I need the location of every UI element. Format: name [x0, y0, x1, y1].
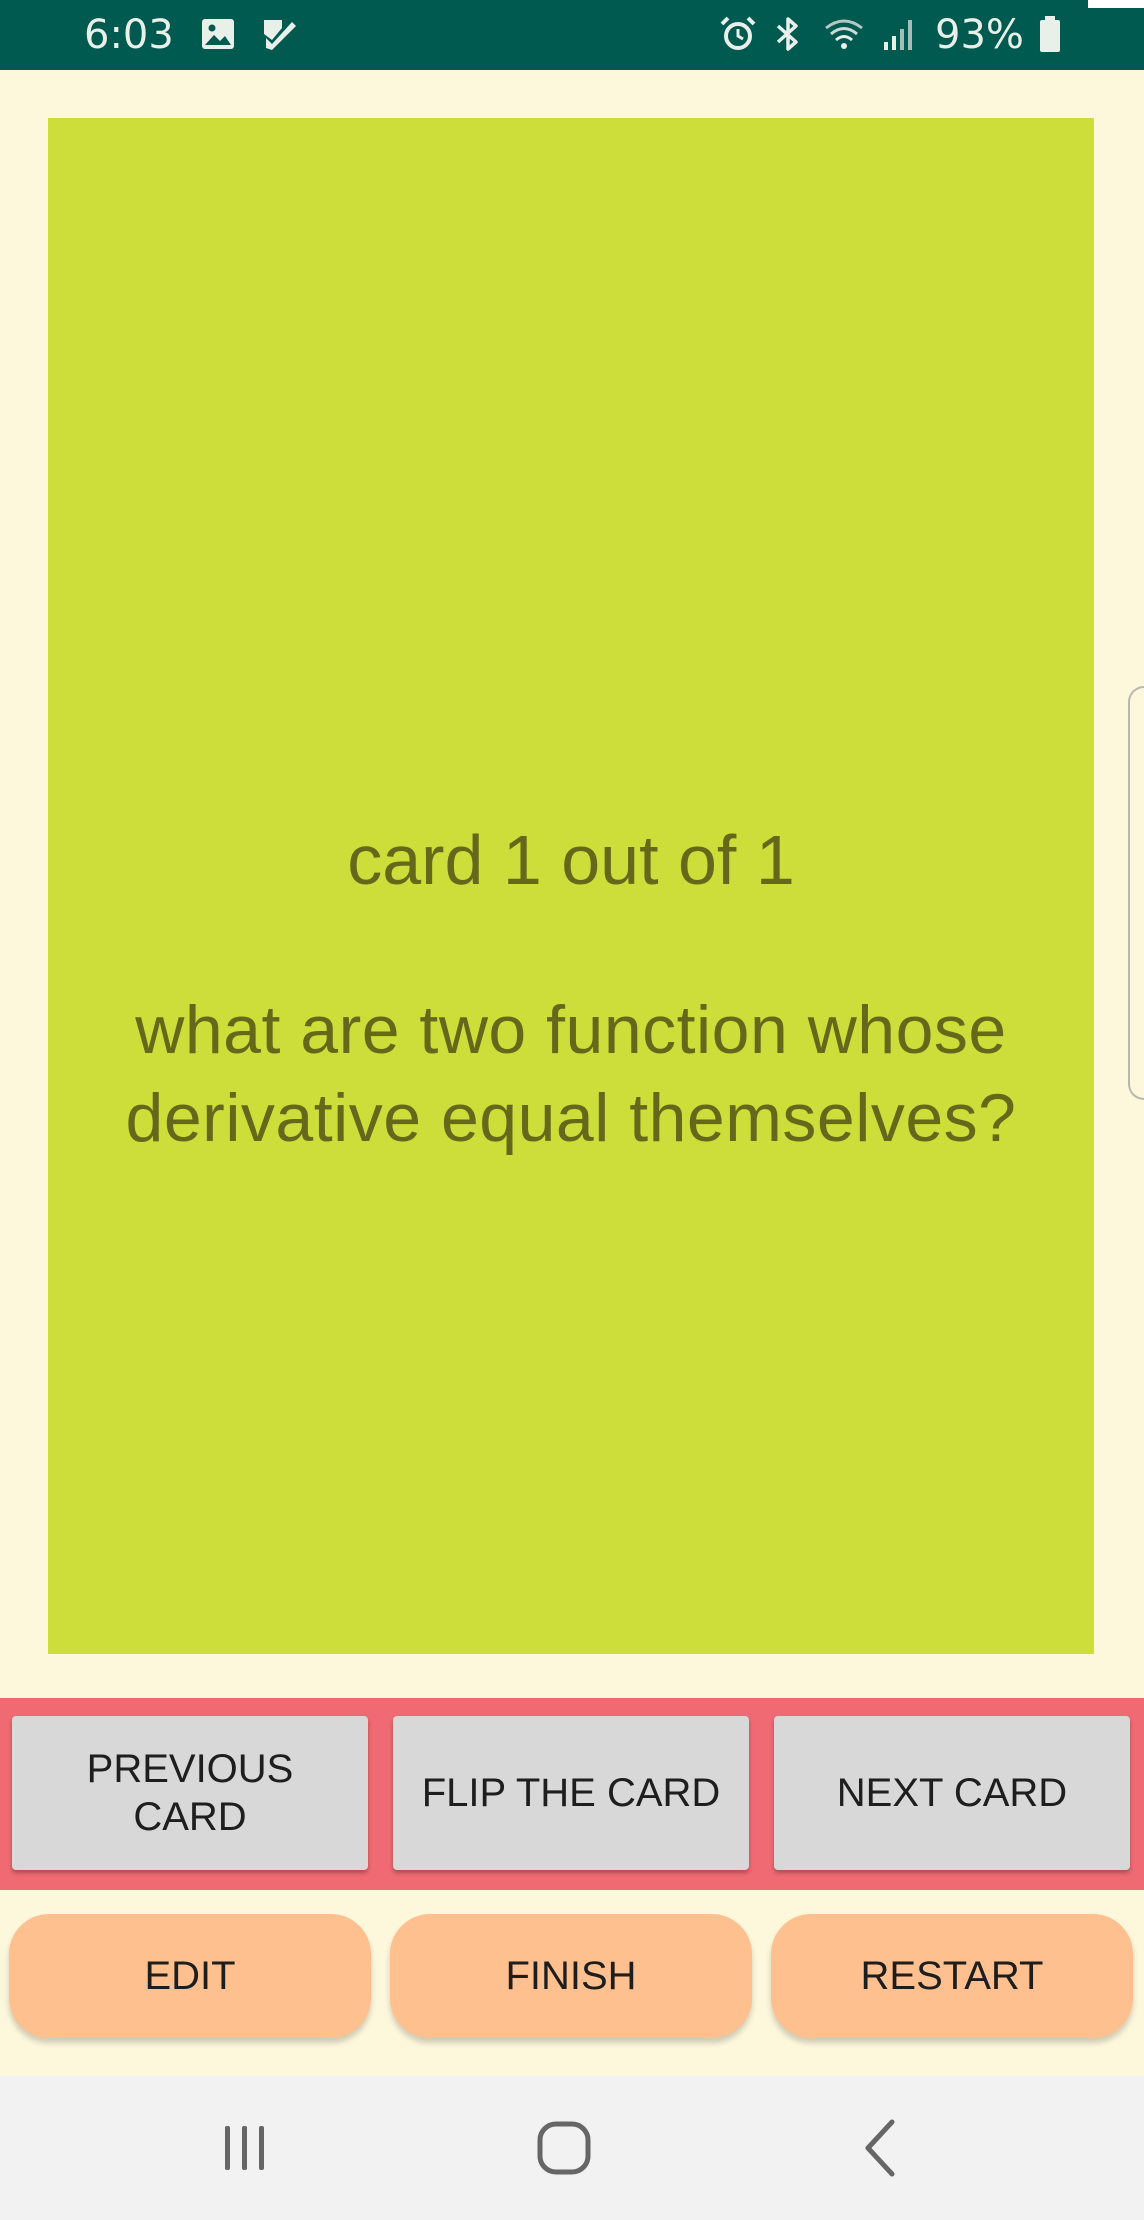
card-navigation-bar: PREVIOUS CARD FLIP THE CARD NEXT CARD [0, 1698, 1144, 1890]
status-bar-corner [1088, 0, 1144, 8]
card-content: card 1 out of 1 what are two function wh… [48, 818, 1094, 1162]
check-task-icon [264, 20, 296, 50]
card-counter: card 1 out of 1 [347, 821, 795, 899]
home-icon[interactable] [532, 2116, 596, 2180]
bluetooth-icon [776, 17, 798, 51]
flash-card[interactable]: card 1 out of 1 what are two function wh… [48, 118, 1094, 1654]
restart-button[interactable]: RESTART [771, 1914, 1133, 2038]
battery-icon [1040, 16, 1060, 52]
system-navigation-bar [0, 2076, 1144, 2220]
signal-icon [884, 20, 912, 50]
image-icon [202, 19, 234, 49]
alarm-icon [720, 16, 756, 50]
battery-percent: 93% [935, 12, 1024, 58]
next-card-button[interactable]: NEXT CARD [774, 1716, 1130, 1870]
status-bar: 6:03 93% [0, 0, 1144, 70]
card-question: what are two function whose derivative e… [125, 992, 1017, 1156]
edge-panel-handle[interactable] [1128, 686, 1144, 1100]
flip-card-button[interactable]: FLIP THE CARD [393, 1716, 749, 1870]
recent-apps-icon[interactable] [213, 2116, 277, 2180]
finish-button[interactable]: FINISH [390, 1914, 752, 2038]
previous-card-button[interactable]: PREVIOUS CARD [12, 1716, 368, 1870]
back-icon[interactable] [852, 2116, 916, 2180]
wifi-icon [825, 19, 863, 49]
edit-button[interactable]: EDIT [9, 1914, 371, 2038]
status-time: 6:03 [84, 12, 174, 58]
